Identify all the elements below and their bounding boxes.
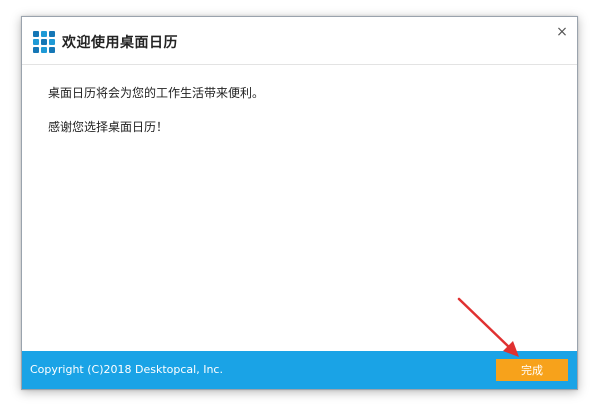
finish-button[interactable]: 完成 bbox=[496, 359, 568, 381]
close-icon[interactable]: × bbox=[553, 23, 571, 41]
message-line-1: 桌面日历将会为您的工作生活带来便利。 bbox=[48, 86, 265, 100]
screenshot-stage: 欢迎使用桌面日历 × 桌面日历将会为您的工作生活带来便利。 感谢您选择桌面日历！… bbox=[0, 0, 600, 420]
message-line-2: 感谢您选择桌面日历！ bbox=[48, 120, 169, 134]
copyright-text: Copyright (C)2018 Desktopcal, Inc. bbox=[30, 363, 223, 376]
dialog-title: 欢迎使用桌面日历 bbox=[62, 35, 178, 51]
title-bar: 欢迎使用桌面日历 × bbox=[22, 17, 577, 65]
dialog-footer: Copyright (C)2018 Desktopcal, Inc. 完成 bbox=[22, 351, 577, 389]
welcome-dialog: 欢迎使用桌面日历 × 桌面日历将会为您的工作生活带来便利。 感谢您选择桌面日历！… bbox=[21, 16, 578, 390]
dialog-content: 桌面日历将会为您的工作生活带来便利。 感谢您选择桌面日历！ bbox=[22, 65, 577, 351]
grid-calendar-icon bbox=[33, 31, 55, 53]
